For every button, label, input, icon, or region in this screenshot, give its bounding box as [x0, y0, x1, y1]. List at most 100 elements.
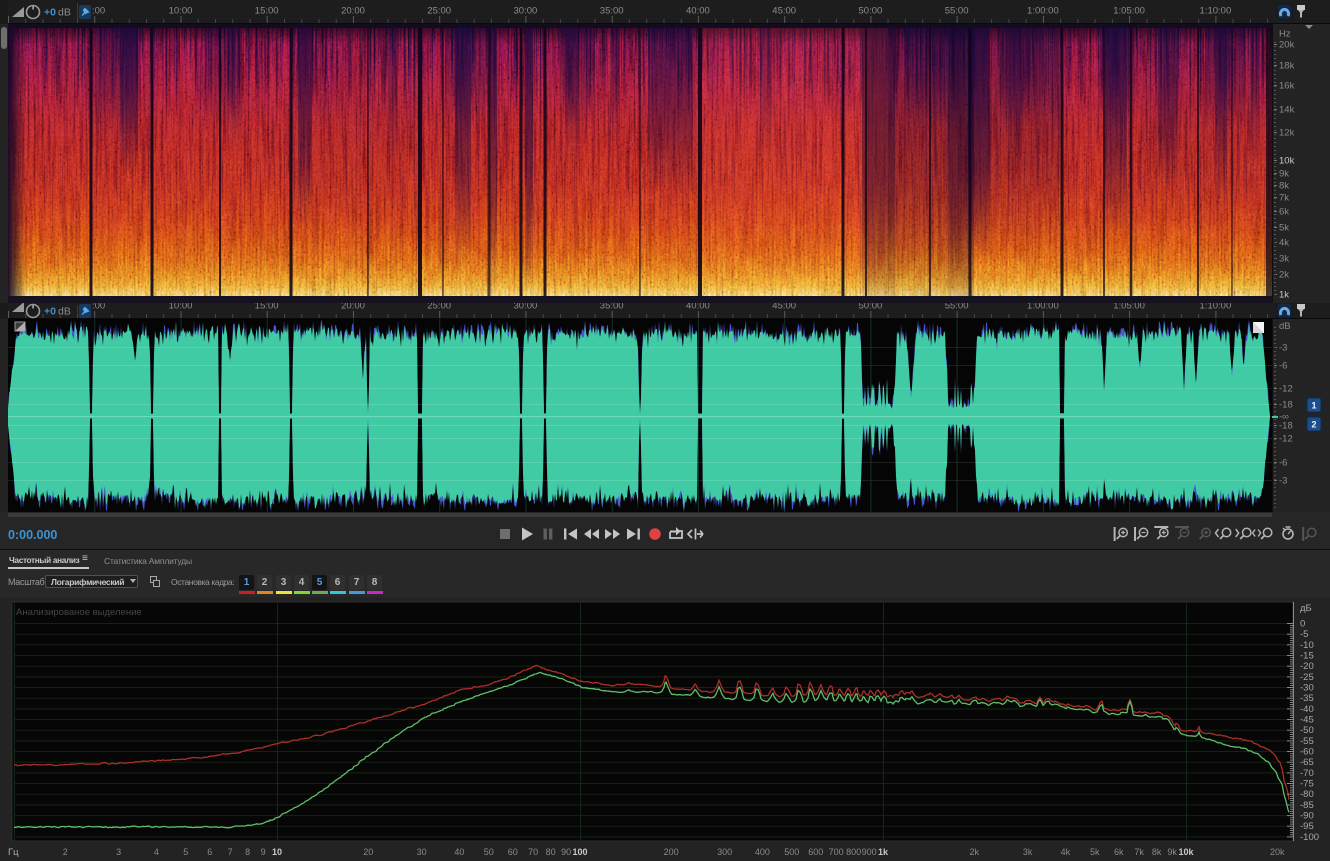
svg-text:30:00: 30:00	[514, 6, 538, 17]
svg-text:2: 2	[63, 847, 68, 857]
svg-text:1:10:00: 1:10:00	[1200, 303, 1232, 312]
svg-text:14k: 14k	[1279, 105, 1295, 116]
svg-text:500: 500	[784, 847, 799, 857]
svg-text:50: 50	[484, 847, 494, 857]
svg-text:70: 70	[528, 847, 538, 857]
svg-text:50:00: 50:00	[859, 303, 883, 312]
svg-text:18k: 18k	[1279, 61, 1295, 72]
svg-text:80: 80	[546, 847, 556, 857]
svg-text:5k: 5k	[1279, 223, 1289, 234]
svg-text:1:10:00: 1:10:00	[1200, 6, 1232, 17]
svg-text:40: 40	[454, 847, 464, 857]
svg-text::00: :00	[92, 6, 105, 17]
svg-text:5: 5	[183, 847, 188, 857]
svg-text:-100: -100	[1300, 832, 1319, 843]
svg-text:20:00: 20:00	[341, 303, 365, 312]
svg-text:20k: 20k	[1270, 847, 1285, 857]
svg-text:800: 800	[846, 847, 861, 857]
svg-text:-65: -65	[1300, 757, 1314, 768]
svg-text:40:00: 40:00	[686, 6, 710, 17]
svg-text:12k: 12k	[1279, 128, 1295, 139]
svg-text:20:00: 20:00	[341, 6, 365, 17]
svg-text:8: 8	[245, 847, 250, 857]
svg-text:16k: 16k	[1279, 81, 1295, 92]
svg-text:3k: 3k	[1279, 254, 1289, 265]
svg-text:Анализированое выделение: Анализированое выделение	[16, 607, 142, 618]
svg-text:2: 2	[1311, 420, 1316, 430]
svg-text:7: 7	[228, 847, 233, 857]
svg-text:3: 3	[116, 847, 121, 857]
svg-text:1:00:00: 1:00:00	[1027, 303, 1059, 312]
svg-text:0:00.000: 0:00.000	[8, 528, 57, 542]
svg-text:7k: 7k	[1134, 847, 1144, 857]
svg-text:8k: 8k	[1152, 847, 1162, 857]
svg-text:9k: 9k	[1167, 847, 1177, 857]
svg-text:-3: -3	[1279, 476, 1287, 487]
svg-text:10k: 10k	[1279, 156, 1295, 167]
svg-text:8k: 8k	[1279, 181, 1289, 192]
svg-text:2k: 2k	[1279, 270, 1289, 281]
svg-text:30: 30	[417, 847, 427, 857]
svg-text:50:00: 50:00	[859, 6, 883, 17]
svg-text:2k: 2k	[969, 847, 979, 857]
svg-text:-50: -50	[1300, 725, 1314, 736]
svg-text:-12: -12	[1279, 434, 1293, 445]
svg-text:дБ: дБ	[1300, 603, 1312, 614]
svg-text:-55: -55	[1300, 736, 1314, 747]
svg-text:-40: -40	[1300, 704, 1314, 715]
svg-text:4k: 4k	[1279, 238, 1289, 249]
svg-text:9: 9	[261, 847, 266, 857]
svg-text:6: 6	[207, 847, 212, 857]
svg-text:-18: -18	[1279, 400, 1293, 411]
svg-text:-6: -6	[1279, 361, 1287, 372]
svg-text:25:00: 25:00	[427, 303, 451, 312]
svg-text:60: 60	[508, 847, 518, 857]
svg-text:-80: -80	[1300, 789, 1314, 800]
svg-text:25:00: 25:00	[427, 6, 451, 17]
svg-text:5k: 5k	[1090, 847, 1100, 857]
svg-text:700: 700	[829, 847, 844, 857]
svg-text:20k: 20k	[1279, 40, 1295, 51]
svg-text:600: 600	[808, 847, 823, 857]
svg-text:200: 200	[664, 847, 679, 857]
svg-text:dB: dB	[58, 7, 71, 19]
svg-text:-20: -20	[1300, 661, 1314, 672]
svg-text:-3: -3	[1279, 343, 1287, 354]
svg-text:400: 400	[755, 847, 770, 857]
svg-text:1k: 1k	[878, 847, 889, 857]
svg-text:-30: -30	[1300, 683, 1314, 694]
svg-text:-15: -15	[1300, 651, 1314, 662]
svg-text:-45: -45	[1300, 715, 1314, 726]
svg-text:1: 1	[1311, 401, 1316, 411]
svg-text:+0: +0	[44, 7, 56, 19]
svg-text:15:00: 15:00	[255, 303, 279, 312]
svg-text:10k: 10k	[1178, 847, 1194, 857]
svg-text:-12: -12	[1279, 384, 1293, 395]
svg-text:Hz: Hz	[1279, 29, 1291, 40]
svg-text:1:05:00: 1:05:00	[1113, 6, 1145, 17]
svg-text:6k: 6k	[1114, 847, 1124, 857]
svg-text:-95: -95	[1300, 821, 1314, 832]
svg-text:1k: 1k	[1279, 290, 1289, 301]
svg-text:40:00: 40:00	[686, 303, 710, 312]
svg-text:100: 100	[572, 847, 587, 857]
svg-text:0: 0	[1300, 619, 1305, 630]
svg-text:10: 10	[272, 847, 282, 857]
svg-text:45:00: 45:00	[772, 303, 796, 312]
svg-text:-85: -85	[1300, 800, 1314, 811]
svg-text:20: 20	[363, 847, 373, 857]
svg-text:-18: -18	[1279, 421, 1293, 432]
svg-text:1:05:00: 1:05:00	[1113, 303, 1145, 312]
svg-text:+0: +0	[44, 306, 56, 318]
svg-text:-5: -5	[1300, 629, 1308, 640]
svg-text:-35: -35	[1300, 693, 1314, 704]
svg-text:-60: -60	[1300, 747, 1314, 758]
svg-text:35:00: 35:00	[600, 303, 624, 312]
svg-text:10:00: 10:00	[169, 303, 193, 312]
svg-text:dB: dB	[1279, 321, 1291, 332]
svg-text:-6: -6	[1279, 458, 1287, 469]
svg-text:-75: -75	[1300, 779, 1314, 790]
svg-text::00: :00	[92, 303, 105, 312]
svg-text:10:00: 10:00	[169, 6, 193, 17]
svg-text:-70: -70	[1300, 768, 1314, 779]
